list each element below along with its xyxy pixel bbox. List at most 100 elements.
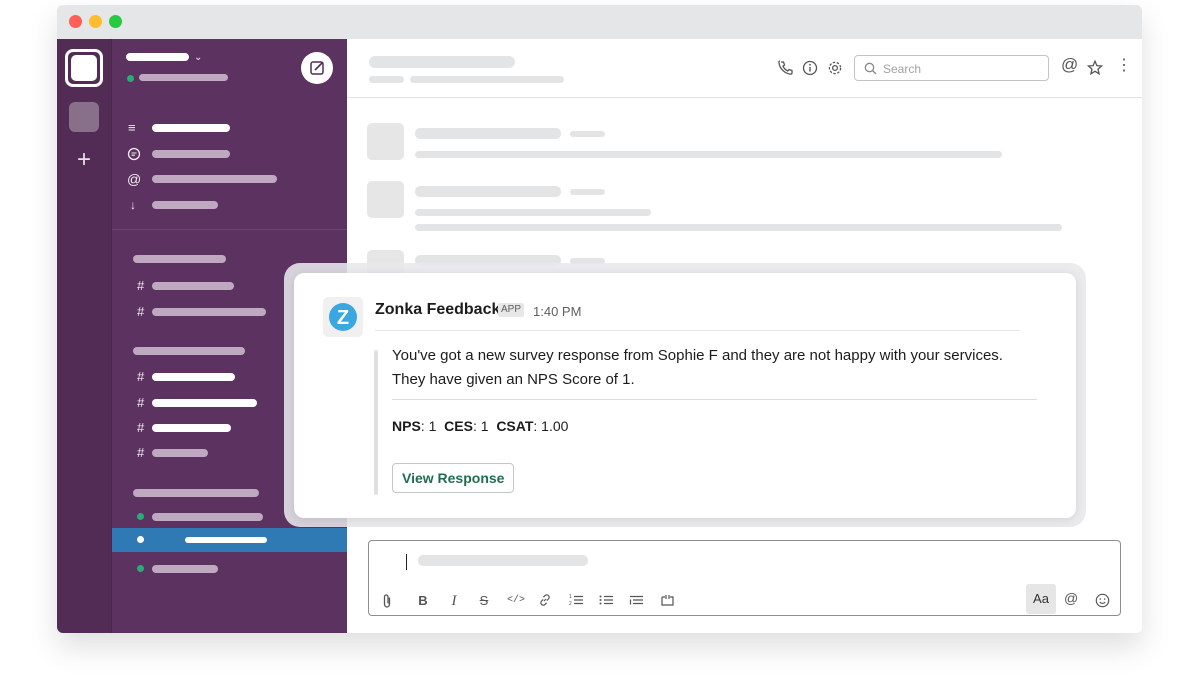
link-icon[interactable] — [537, 593, 553, 609]
direct-messages-icon — [127, 147, 141, 164]
message-text-placeholder — [415, 224, 1062, 231]
channel-hash-icon: # — [137, 304, 145, 319]
message-composer[interactable]: B I S </> 12 Aa @ — [368, 540, 1121, 616]
field-value: 1 — [480, 418, 489, 434]
compose-icon — [310, 61, 324, 75]
channel-hash-icon: # — [137, 420, 145, 435]
message-text-placeholder — [415, 151, 1002, 158]
view-response-button[interactable]: View Response — [392, 463, 515, 493]
sidebar-channel[interactable] — [152, 282, 234, 290]
message-time-placeholder — [570, 131, 605, 137]
sidebar-item-threads[interactable] — [152, 124, 230, 132]
search-input[interactable]: Search — [854, 55, 1049, 81]
gear-icon[interactable] — [826, 59, 844, 77]
presence-dot — [127, 75, 134, 82]
sender-name[interactable]: Zonka Feedback — [375, 301, 500, 319]
svg-text:Z: Z — [337, 307, 349, 329]
mentions-icon: @ — [127, 171, 142, 187]
chevron-down-icon[interactable]: ⌄ — [194, 51, 202, 65]
channel-meta-placeholder — [369, 76, 404, 83]
mention-icon[interactable]: @ — [1064, 591, 1078, 605]
channel-hash-icon: # — [137, 369, 145, 384]
sidebar-item-mentions[interactable] — [152, 175, 277, 183]
workspace-name-placeholder[interactable] — [126, 53, 189, 61]
card-divider — [375, 330, 1020, 331]
close-window-button[interactable] — [69, 15, 82, 28]
sidebar-channel[interactable] — [152, 449, 208, 457]
field-label: CES — [444, 418, 473, 434]
text-caret — [406, 554, 407, 570]
message-author-placeholder — [415, 128, 561, 139]
sidebar-channel-unread[interactable] — [152, 424, 231, 432]
message-timestamp[interactable]: 1:40 PM — [533, 304, 581, 319]
svg-text:1: 1 — [569, 594, 572, 600]
zonka-logo-icon: Z — [329, 303, 357, 331]
sidebar-channel[interactable] — [152, 308, 266, 316]
emoji-icon[interactable] — [1094, 593, 1110, 609]
field-value: 1.00 — [541, 418, 569, 434]
section-header-channels[interactable] — [133, 255, 226, 263]
sidebar-divider — [112, 229, 348, 230]
channel-title-placeholder[interactable] — [369, 56, 515, 68]
phone-icon[interactable] — [776, 59, 794, 77]
ordered-list-icon[interactable]: 12 — [568, 593, 584, 609]
bold-icon[interactable]: B — [415, 593, 431, 609]
search-icon — [864, 62, 877, 75]
section-header[interactable] — [133, 347, 245, 355]
message-body: You've got a new survey response from So… — [392, 344, 1052, 392]
composer-placeholder[interactable] — [418, 555, 588, 566]
avatar[interactable] — [367, 181, 404, 218]
strikethrough-icon[interactable]: S — [476, 593, 492, 609]
mentions-icon[interactable]: @ — [1061, 56, 1078, 73]
attachment-divider — [392, 399, 1037, 400]
selected-dm-label — [185, 537, 267, 543]
info-icon[interactable] — [801, 59, 819, 77]
workspace-active[interactable] — [65, 49, 103, 87]
sidebar-dm[interactable] — [152, 513, 263, 521]
channel-hash-icon: # — [137, 395, 145, 410]
section-header-direct-messages[interactable] — [133, 489, 259, 497]
compose-button[interactable] — [301, 52, 333, 84]
zoom-window-button[interactable] — [109, 15, 122, 28]
svg-text:2: 2 — [569, 601, 572, 607]
minimize-window-button[interactable] — [89, 15, 102, 28]
code-icon[interactable]: </> — [507, 593, 525, 609]
more-vertical-icon[interactable]: ⋮ — [1116, 58, 1132, 74]
workspace-rail: + — [57, 39, 111, 633]
paperclip-icon[interactable] — [379, 593, 395, 609]
presence-dot — [137, 536, 144, 543]
user-status-placeholder — [139, 74, 228, 81]
avatar[interactable] — [367, 123, 404, 160]
message-text-placeholder — [415, 209, 651, 216]
field-label: CSAT — [496, 418, 534, 434]
message-time-placeholder — [570, 189, 605, 195]
code-block-icon[interactable] — [659, 593, 675, 609]
zonka-message-card: Z Zonka Feedback APP 1:40 PM You've got … — [294, 273, 1076, 518]
channel-topic-placeholder — [410, 76, 564, 83]
sidebar-dm-selected[interactable] — [112, 528, 348, 552]
sidebar-dm[interactable] — [152, 565, 218, 573]
add-workspace-icon[interactable]: + — [71, 147, 97, 173]
field-label: NPS — [392, 418, 421, 434]
app-badge: APP — [498, 303, 525, 317]
sidebar-item-dms[interactable] — [152, 150, 230, 158]
presence-dot — [137, 513, 144, 520]
message-line: They have given an NPS Score of 1. — [392, 371, 635, 388]
sidebar-channel-unread[interactable] — [152, 373, 235, 381]
star-icon[interactable] — [1086, 59, 1104, 77]
italic-icon[interactable]: I — [446, 593, 462, 609]
presence-dot — [137, 565, 144, 572]
attachment-bar — [374, 350, 378, 495]
blockquote-icon[interactable] — [628, 593, 644, 609]
formatting-toggle-button[interactable]: Aa — [1026, 584, 1056, 614]
sidebar-channel-unread[interactable] — [152, 399, 257, 407]
channel-hash-icon: # — [137, 445, 145, 460]
score-fields: NPS: 1 CES: 1 CSAT: 1.00 — [392, 418, 569, 434]
field-value: 1 — [428, 418, 437, 434]
zonka-logo-avatar[interactable]: Z — [323, 297, 363, 337]
bulleted-list-icon[interactable] — [598, 593, 614, 609]
arrow-down-icon: ↓ — [130, 198, 136, 212]
message-author-placeholder — [415, 186, 561, 197]
workspace-secondary[interactable] — [69, 102, 99, 132]
sidebar-item-more[interactable] — [152, 201, 218, 209]
